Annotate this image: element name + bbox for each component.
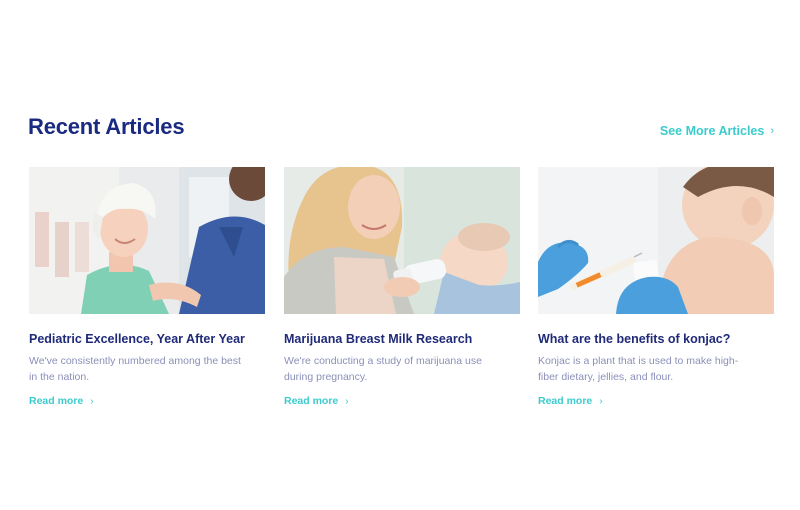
chevron-right-icon: › xyxy=(770,125,774,137)
see-more-articles-link[interactable]: See More Articles › xyxy=(660,124,774,138)
read-more-label: Read more xyxy=(29,395,84,407)
article-title[interactable]: Pediatric Excellence, Year After Year xyxy=(29,331,265,347)
chevron-right-icon: › xyxy=(345,395,349,407)
chevron-right-icon: › xyxy=(90,395,94,407)
read-more-label: Read more xyxy=(538,395,593,407)
baby-vaccination-photo xyxy=(538,167,774,314)
article-image-breast-milk[interactable] xyxy=(284,167,520,314)
read-more-link[interactable]: Read more › xyxy=(29,395,94,407)
see-more-label: See More Articles xyxy=(659,124,765,138)
article-card: Pediatric Excellence, Year After Year We… xyxy=(29,167,265,409)
article-title[interactable]: What are the benefits of konjac? xyxy=(538,331,774,347)
article-excerpt: We're conducting a study of marijuana us… xyxy=(284,355,482,383)
article-excerpt: We've consistently numbered among the be… xyxy=(29,355,241,383)
article-image-pediatric[interactable] xyxy=(29,167,265,314)
article-card: What are the benefits of konjac? Konjac … xyxy=(538,167,774,409)
child-with-doctor-photo xyxy=(29,167,265,314)
read-more-label: Read more xyxy=(284,395,339,407)
section-title: Recent Articles xyxy=(28,114,185,139)
read-more-link[interactable]: Read more › xyxy=(284,395,349,407)
article-image-konjac[interactable] xyxy=(538,167,774,314)
article-excerpt: Konjac is a plant that is used to make h… xyxy=(538,355,739,383)
read-more-link[interactable]: Read more › xyxy=(538,395,603,407)
article-title[interactable]: Marijuana Breast Milk Research xyxy=(284,331,520,347)
article-card: Marijuana Breast Milk Research We're con… xyxy=(284,167,520,409)
mother-feeding-baby-photo xyxy=(284,167,520,314)
chevron-right-icon: › xyxy=(599,395,603,407)
